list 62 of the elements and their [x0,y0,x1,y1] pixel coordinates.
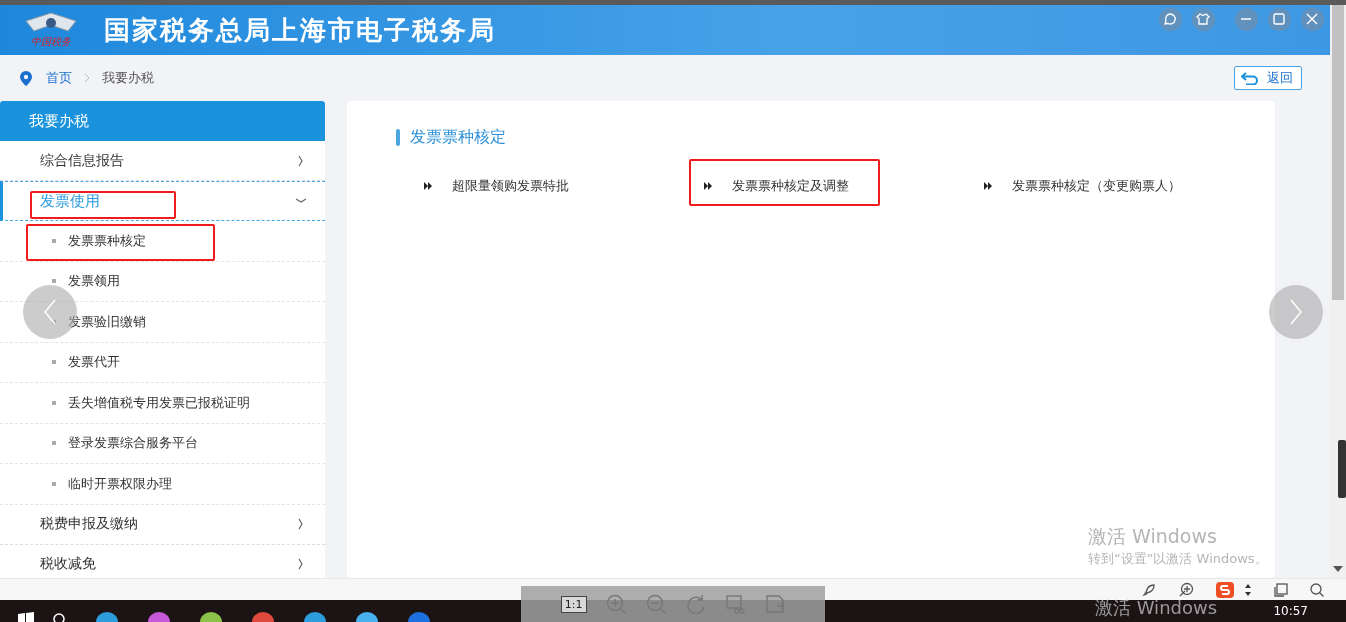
app-icon[interactable] [252,612,274,622]
sogou-icon[interactable] [1216,581,1234,598]
title-accent-bar [396,129,400,146]
separator-icon [84,73,90,83]
menu-item[interactable]: 发票代开 [0,342,325,383]
actual-size-button[interactable]: 1:1 [560,595,587,613]
clock: 10:57 [1273,604,1308,618]
menu-header: 我要办税 [0,101,325,141]
activation-notice-title: 激活 Windows [1088,524,1217,549]
app-icon[interactable] [96,612,118,622]
scrollbar-thumb[interactable] [1332,5,1344,300]
breadcrumb-current: 我要办税 [102,69,154,87]
search-icon[interactable] [1310,582,1324,597]
app-icon[interactable] [408,612,430,622]
menu-item[interactable]: 发票验旧缴销 [0,302,325,343]
bullet-icon [52,481,56,486]
bullet-icon [52,400,56,405]
bullet-icon [52,319,56,324]
double-arrow-icon [424,182,432,190]
bullet-icon [52,279,56,284]
menu-group[interactable]: 综合信息报告 [0,141,325,181]
logo-text: 中国税务 [31,35,71,49]
windows-logo-icon[interactable] [18,612,34,622]
search-icon[interactable] [52,612,66,622]
activation-notice-text: 转到“设置”以激活 Windows。 [1088,550,1268,568]
chat-icon[interactable] [1159,8,1182,31]
menu-item[interactable]: 发票领用 [0,261,325,302]
back-button[interactable]: 返回 [1234,66,1302,90]
menu-item[interactable]: 登录发票综合服务平台 [0,423,325,464]
chevron-left-icon [43,299,57,325]
app-icon[interactable] [148,612,170,622]
bullet-icon [52,360,56,365]
double-arrow-icon [984,182,992,190]
app-icon[interactable] [356,612,378,622]
shirt-icon[interactable] [1192,8,1215,31]
site-title: 国家税务总局上海市电子税务局 [104,13,496,47]
bullet-icon [52,441,56,446]
app-icon[interactable] [200,612,222,622]
menu-item[interactable]: 发票票种核定 [0,221,325,262]
window-icon[interactable] [1274,582,1288,597]
minimize-icon[interactable] [1235,8,1258,31]
chevron-right-icon [1289,299,1303,325]
side-handle[interactable] [1338,440,1346,498]
scroll-down-icon[interactable] [1333,566,1343,572]
emblem-icon [22,11,80,35]
maximize-icon[interactable] [1268,8,1291,31]
location-pin-icon [20,70,32,86]
service-link[interactable]: 超限量领购发票特批 [452,177,569,195]
service-link[interactable]: 发票票种核定及调整 [732,177,849,195]
double-arrow-icon [704,182,712,190]
menu-item[interactable]: 丢失增值税专用发票已报税证明 [0,383,325,424]
app-icon[interactable] [304,612,326,622]
menu-item[interactable]: 临时开票权限办理 [0,464,325,505]
breadcrumb-link[interactable]: 首页 [46,69,72,87]
close-icon[interactable] [1301,8,1324,31]
activation-notice-title: 激活 Windows [1095,596,1218,620]
return-arrow-icon [1241,71,1259,85]
arrows-icon[interactable] [1244,582,1252,597]
section-title: 发票票种核定 [410,127,506,148]
service-link[interactable]: 发票票种核定（变更购票人） [1012,177,1181,195]
menu-group[interactable]: 税费申报及缴纳 [0,504,325,545]
bullet-icon [52,238,56,243]
